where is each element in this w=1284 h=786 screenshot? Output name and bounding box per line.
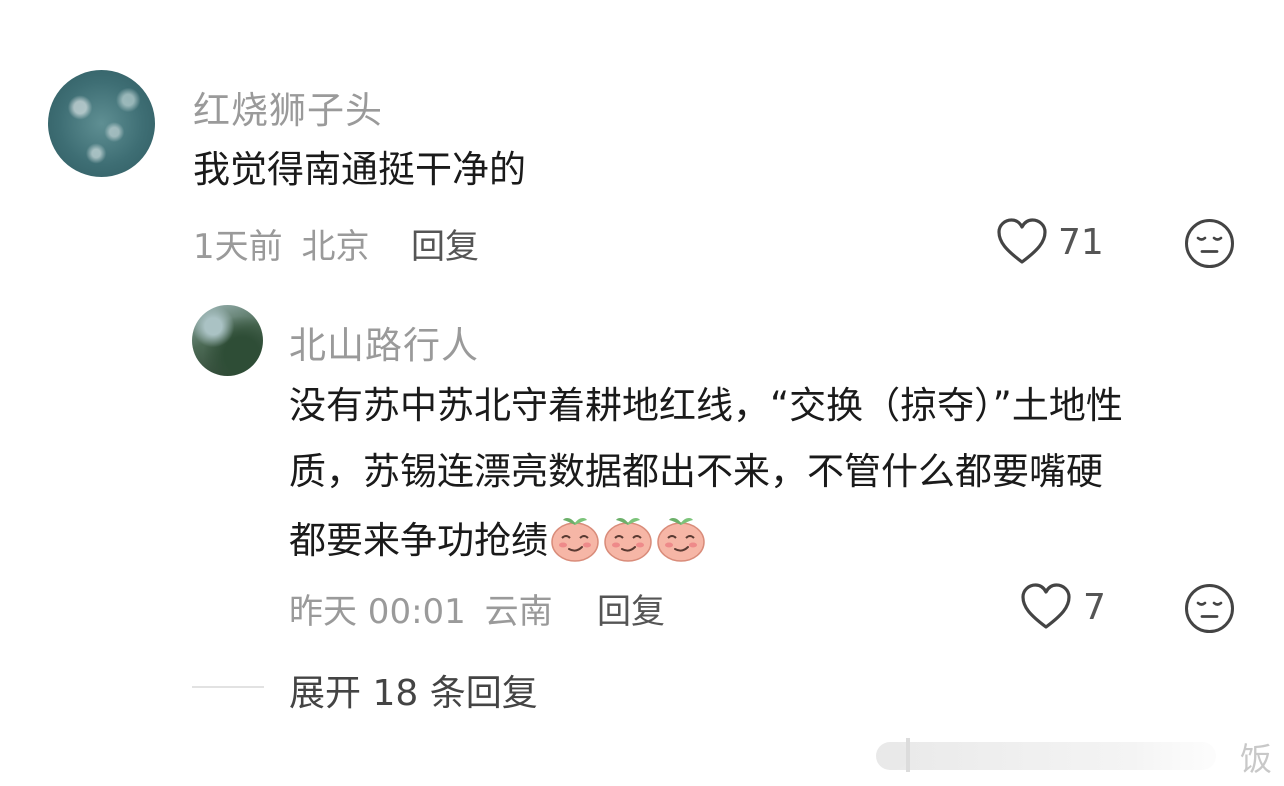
comment-text: 我觉得南通挺干净的 [193,148,526,191]
smug-peach-emoji [602,511,654,563]
comment-location: 北京 [301,227,370,267]
watermark: 饭 [872,732,1284,778]
reply-button[interactable]: 回复 [411,219,479,268]
reply-text-line: 没有苏中苏北守着耕地红线，“交换（掠夺）”土地性 [289,384,1123,427]
meh-face-icon[interactable] [1184,583,1235,634]
comment-time: 1天前 [193,227,283,267]
reply-text-line: 都要来争功抢绩 [289,519,548,562]
like-count: 7 [1083,587,1106,628]
reply-time: 昨天 00:01 [289,592,466,632]
heart-outline-icon[interactable] [996,218,1048,266]
like-count: 71 [1058,222,1104,263]
expand-replies-button[interactable]: 展开 18 条回复 [289,664,538,716]
reply-text: 没有苏中苏北守着耕地红线，“交换（掠夺）”土地性 质，苏锡连漂亮数据都出不来，不… [289,379,1123,568]
reply-button[interactable]: 回复 [597,584,665,633]
smug-peach-emoji [549,511,601,563]
comment-meta: 1天前 北京 [193,219,369,268]
reply-username[interactable]: 北山路行人 [289,315,479,369]
expand-divider [192,686,264,688]
reply-text-line: 质，苏锡连漂亮数据都出不来，不管什么都要嘴硬 [289,450,1103,493]
reply-avatar[interactable] [192,305,263,376]
reply-location: 云南 [484,592,553,632]
watermark-smear [876,738,1216,772]
heart-outline-icon[interactable] [1020,583,1072,631]
comment-username[interactable]: 红烧狮子头 [193,80,383,134]
meh-face-icon[interactable] [1184,218,1235,269]
reply-text-last-line: 都要来争功抢绩 [289,511,1123,568]
reply-meta: 昨天 00:01 云南 [289,584,553,633]
avatar[interactable] [48,70,155,177]
watermark-text: 饭 [1239,740,1272,778]
smug-peach-emoji [655,511,707,563]
